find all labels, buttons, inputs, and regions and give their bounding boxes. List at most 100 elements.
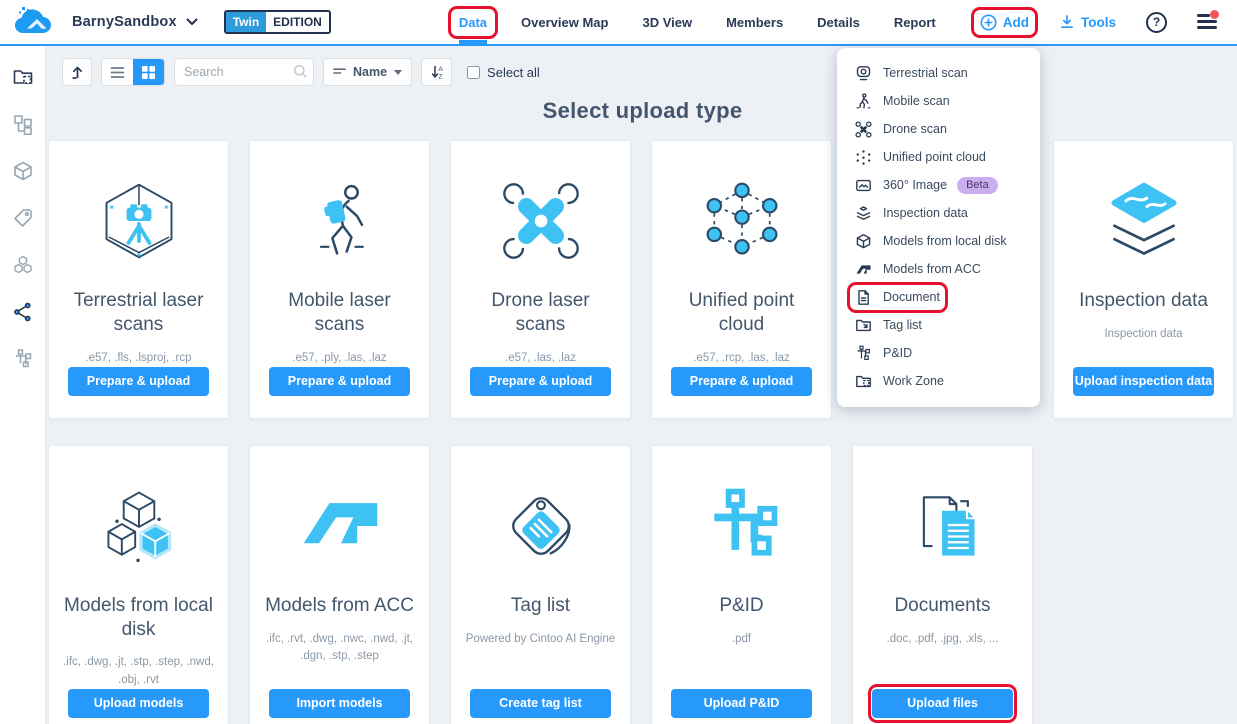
toolbar: Name A Z Select all: [62, 58, 1237, 86]
chevron-down-icon: [394, 69, 403, 75]
sidebar-hierarchy-icon[interactable]: [12, 113, 34, 135]
select-all-control[interactable]: Select all: [467, 65, 540, 80]
page-title: Select upload type: [542, 98, 743, 123]
tab-3d-view[interactable]: 3D View: [642, 0, 692, 44]
menu-item-unified-point-cloud[interactable]: Unified point cloud: [837, 143, 1040, 171]
list-view-button[interactable]: [102, 59, 133, 85]
card-formats: Inspection data: [1104, 327, 1183, 340]
add-button[interactable]: Add: [970, 6, 1039, 38]
edition-badge: Twin EDITION: [223, 10, 331, 34]
360-image-icon: [856, 179, 871, 191]
mobile-scan-icon: [856, 92, 871, 108]
documents-icon: [900, 472, 986, 580]
menu-item-360-image[interactable]: 360° Image Beta: [837, 171, 1040, 199]
terrestrial-scan-icon: [856, 65, 871, 80]
menu-button[interactable]: [1197, 10, 1219, 30]
work-zone-icon: [856, 375, 871, 387]
card-models-local-disk: Models from local disk .ifc, .dwg, .jt, …: [48, 444, 229, 724]
prepare-upload-terrestrial-button[interactable]: Prepare & upload: [68, 366, 209, 396]
upload-inspection-data-button[interactable]: Upload inspection data: [1073, 366, 1214, 396]
cintoo-logo-icon[interactable]: [14, 6, 60, 38]
card-title: Tag list: [510, 594, 571, 616]
sidebar-tag-icon[interactable]: [12, 207, 34, 229]
card-inspection-data: Inspection data Inspection data Upload i…: [1053, 140, 1234, 419]
prepare-upload-drone-button[interactable]: Prepare & upload: [470, 366, 611, 396]
svg-text:A: A: [438, 66, 443, 73]
sort-direction-button[interactable]: A Z: [421, 58, 453, 86]
sidebar-share-icon[interactable]: [12, 301, 34, 323]
card-formats: .e57, .rcp, .las, .laz: [693, 351, 790, 364]
pid-icon: [857, 345, 871, 360]
left-sidebar: [0, 46, 46, 724]
search-icon[interactable]: [293, 64, 308, 84]
unified-point-cloud-icon: [856, 149, 871, 165]
inspection-data-icon: [856, 205, 871, 220]
plus-circle-icon: [980, 14, 997, 30]
menu-item-pid[interactable]: P&ID: [837, 339, 1040, 367]
upload-pid-button[interactable]: Upload P&ID: [671, 688, 812, 718]
tab-members[interactable]: Members: [726, 0, 783, 44]
beta-badge: Beta: [957, 176, 998, 194]
select-all-checkbox[interactable]: [467, 65, 481, 79]
grid-view-button[interactable]: [133, 59, 164, 85]
edition-badge-primary: Twin: [225, 12, 267, 32]
sidebar-work-zone-icon[interactable]: [12, 66, 34, 88]
search-box: [174, 58, 314, 86]
help-button[interactable]: ?: [1146, 11, 1167, 33]
svg-text:Z: Z: [438, 74, 442, 81]
card-drone-laser-scans: Drone laser scans .e57, .las, .laz Prepa…: [450, 140, 631, 419]
menu-item-inspection-data[interactable]: Inspection data: [837, 199, 1040, 227]
sort-field-dropdown[interactable]: Name: [323, 58, 413, 86]
menu-item-models-local-disk[interactable]: Models from local disk: [837, 227, 1040, 255]
card-title: Models from local disk: [64, 594, 213, 640]
card-title: Terrestrial laser scans: [73, 290, 204, 335]
sort-az-icon: A Z: [431, 65, 443, 81]
unified-point-cloud-icon: [699, 167, 785, 275]
tools-button[interactable]: Tools: [1059, 14, 1116, 30]
tab-overview-map[interactable]: Overview Map: [521, 0, 608, 44]
import-models-button[interactable]: Import models: [269, 688, 410, 718]
card-models-acc: Models from ACC .ifc, .rvt, .dwg, .nwc, …: [249, 444, 430, 724]
app-window: BarnySandbox Twin EDITION Data Overview …: [0, 0, 1237, 724]
upload-models-button[interactable]: Upload models: [68, 688, 209, 718]
main-nav: Data Overview Map 3D View Members Detail…: [447, 0, 936, 44]
sidebar-pid-icon[interactable]: [12, 348, 34, 370]
tab-details[interactable]: Details: [817, 0, 860, 44]
drone-scan-icon: [497, 167, 585, 275]
select-all-label: Select all: [487, 64, 540, 80]
tab-data[interactable]: Data: [447, 0, 499, 44]
project-chevron-down-icon[interactable]: [186, 18, 198, 26]
menu-item-terrestrial-scan[interactable]: Terrestrial scan: [837, 59, 1040, 87]
menu-item-mobile-scan[interactable]: Mobile scan: [837, 87, 1040, 115]
tab-report[interactable]: Report: [894, 0, 936, 44]
card-title: Drone laser scans: [491, 290, 590, 335]
menu-item-tag-list[interactable]: Tag list: [837, 311, 1040, 339]
models-acc-icon: [297, 472, 383, 580]
inspection-data-icon: [1101, 167, 1187, 275]
menu-item-models-acc[interactable]: Models from ACC: [837, 255, 1040, 283]
prepare-upload-unified-button[interactable]: Prepare & upload: [671, 366, 812, 396]
filter-lines-icon: [333, 67, 346, 74]
models-acc-icon: [856, 264, 871, 274]
sidebar-cube-icon[interactable]: [12, 160, 34, 182]
main-content: Name A Z Select all Select upload type: [46, 46, 1237, 724]
card-formats: .ifc, .rvt, .dwg, .nwc, .nwd, .jt, .dgn,…: [266, 632, 413, 662]
project-name: BarnySandbox: [72, 14, 177, 30]
card-formats: .ifc, .dwg, .jt, .stp, .step, .nwd, .obj…: [63, 656, 214, 686]
document-icon: [858, 289, 869, 305]
card-title: Models from ACC: [265, 594, 414, 616]
menu-item-work-zone[interactable]: Work Zone: [837, 367, 1040, 395]
menu-item-drone-scan[interactable]: Drone scan: [837, 115, 1040, 143]
prepare-upload-mobile-button[interactable]: Prepare & upload: [269, 366, 410, 396]
move-up-button[interactable]: [62, 58, 92, 86]
models-local-disk-icon: [96, 472, 182, 580]
menu-item-document[interactable]: Document: [837, 281, 1040, 313]
sidebar-cubes-icon[interactable]: [12, 254, 34, 276]
create-tag-list-button[interactable]: Create tag list: [470, 688, 611, 718]
card-unified-point-cloud: Unified point cloud .e57, .rcp, .las, .l…: [651, 140, 832, 419]
list-view-icon: [110, 66, 125, 78]
card-tag-list: Tag list Powered by Cintoo AI Engine Cre…: [450, 444, 631, 724]
upload-files-button[interactable]: Upload files: [868, 683, 1017, 723]
edition-badge-secondary: EDITION: [266, 12, 329, 32]
add-dropdown-menu: Terrestrial scan Mobile scan Drone scan …: [837, 48, 1040, 407]
